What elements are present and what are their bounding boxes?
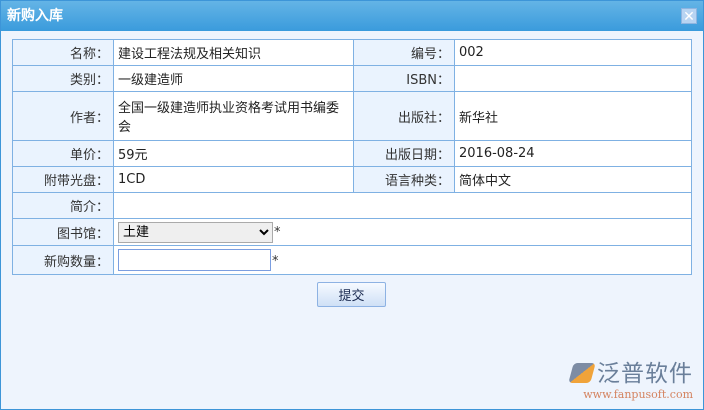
qty-label: 新购数量： bbox=[12, 245, 114, 275]
cd-label: 附带光盘： bbox=[12, 166, 114, 193]
pub-label: 出版社： bbox=[353, 91, 455, 141]
price-label: 单价： bbox=[12, 140, 114, 167]
cat-label: 类别： bbox=[12, 65, 114, 92]
submit-button[interactable]: 提交 bbox=[317, 282, 386, 307]
date-label: 出版日期： bbox=[353, 140, 455, 167]
name-label: 名称： bbox=[12, 39, 114, 66]
dialog-title: 新购入库 bbox=[7, 8, 63, 24]
lib-label: 图书馆： bbox=[12, 218, 114, 246]
intro-value bbox=[113, 192, 692, 219]
required-mark: * bbox=[272, 253, 279, 269]
book-form-table: 名称： 建设工程法规及相关知识 编号： 002 类别： 一级建造师 ISBN： 作者： 全国… bbox=[12, 39, 692, 275]
price-value: 59元 bbox=[113, 140, 354, 167]
no-label: 编号： bbox=[353, 39, 455, 66]
logo-name: 泛普软件 bbox=[597, 361, 693, 387]
no-value: 002 bbox=[454, 39, 692, 66]
isbn-value bbox=[454, 65, 692, 92]
close-icon[interactable]: ✕ bbox=[681, 8, 697, 25]
logo-icon bbox=[568, 363, 596, 383]
cat-value: 一级建造师 bbox=[113, 65, 354, 92]
required-mark: * bbox=[274, 224, 281, 240]
intro-label: 简介： bbox=[12, 192, 114, 219]
date-value: 2016-08-24 bbox=[454, 140, 692, 167]
author-label: 作者： bbox=[12, 91, 114, 141]
logo-url: www.fanpusoft.com bbox=[583, 388, 693, 401]
title-bar: 新购入库 ✕ bbox=[1, 1, 703, 31]
dialog-window: 新购入库 ✕ 名称： 建设工程法规及相关知识 编号： 002 类别： 一级建造师 ISBN… bbox=[0, 0, 704, 410]
logo: 泛普软件 www.fanpusoft.com bbox=[568, 354, 693, 401]
cd-value: 1CD bbox=[113, 166, 354, 193]
author-value: 全国一级建造师执业资格考试用书编委会 bbox=[113, 91, 354, 141]
lang-value: 简体中文 bbox=[454, 166, 692, 193]
name-value: 建设工程法规及相关知识 bbox=[113, 39, 354, 66]
isbn-label: ISBN： bbox=[353, 65, 455, 92]
library-select[interactable]: 土建 bbox=[118, 221, 273, 243]
pub-value: 新华社 bbox=[454, 91, 692, 141]
quantity-input[interactable] bbox=[118, 249, 271, 271]
lang-label: 语言种类： bbox=[353, 166, 455, 193]
